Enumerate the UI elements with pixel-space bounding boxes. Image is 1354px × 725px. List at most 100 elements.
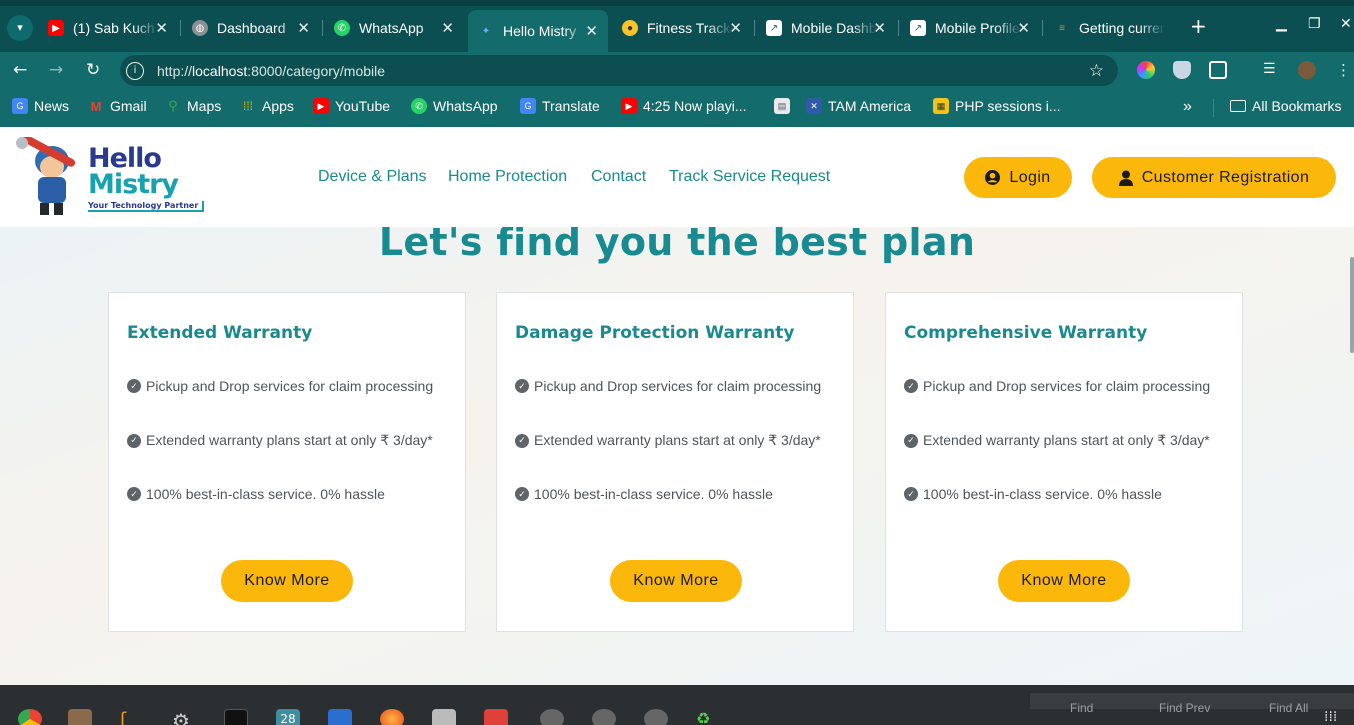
bookmarks-bar: G News M Gmail ⚲ Maps ⁞⁞⁞ Apps ▶ YouTube ✆ Wha… bbox=[0, 89, 1354, 127]
youtube-icon: ▶ bbox=[48, 20, 64, 36]
tab-search-icon[interactable]: ▾ bbox=[7, 15, 33, 41]
back-icon[interactable]: ← bbox=[13, 60, 27, 80]
forward-icon[interactable]: → bbox=[49, 60, 63, 80]
hello-mistry-icon: ✦ bbox=[481, 25, 491, 37]
writer-icon[interactable] bbox=[328, 709, 352, 725]
archive-icon[interactable] bbox=[432, 709, 456, 725]
page-scrollbar[interactable] bbox=[1350, 257, 1354, 353]
chart-icon: ↗ bbox=[910, 20, 926, 36]
apps-grid-icon: ⁞⁞⁞ bbox=[242, 99, 253, 113]
anydesk-icon[interactable] bbox=[484, 709, 508, 725]
bookmark-star-icon[interactable]: ☆ bbox=[1089, 61, 1104, 81]
translate-icon: G bbox=[520, 98, 536, 114]
site-info-icon[interactable]: i bbox=[126, 61, 144, 80]
close-icon[interactable]: ✕ bbox=[1017, 19, 1030, 37]
check-circle-icon: ✓ bbox=[904, 379, 918, 393]
close-window-icon[interactable]: ✕ bbox=[1340, 16, 1352, 32]
page-viewport: Let's find you the best plan Hello Mistr… bbox=[0, 127, 1354, 685]
more-bookmarks-icon[interactable]: » bbox=[1183, 98, 1192, 116]
bookmark-maps[interactable]: ⚲ Maps bbox=[165, 98, 221, 114]
login-button[interactable]: Login bbox=[964, 157, 1072, 198]
plan-feature: ✓ Pickup and Drop services for claim proc… bbox=[515, 378, 821, 394]
reload-icon[interactable]: ↻ bbox=[86, 60, 100, 80]
close-icon[interactable]: ✕ bbox=[873, 19, 886, 37]
bookmark-gmail[interactable]: M Gmail bbox=[88, 98, 147, 114]
plan-title: Comprehensive Warranty bbox=[904, 323, 1148, 343]
tab-mobile-dashboard[interactable]: ↗ Mobile Dashboard ✕ bbox=[756, 12, 896, 44]
plan-feature: ✓ Pickup and Drop services for claim proc… bbox=[127, 378, 433, 394]
hello-mistry-logo[interactable]: Hello Mistry Your Technology Partner bbox=[14, 135, 208, 219]
disc-icon[interactable] bbox=[592, 709, 616, 725]
maximize-icon[interactable]: ❐ bbox=[1308, 16, 1321, 32]
show-apps-icon[interactable]: ⁞⁞⁞ bbox=[1324, 709, 1348, 725]
new-tab-icon[interactable]: + bbox=[1190, 14, 1207, 38]
plan-feature: ✓ Extended warranty plans start at only ₹… bbox=[127, 432, 433, 449]
find-prev-button[interactable]: Find Prev bbox=[1159, 701, 1210, 715]
tab-getting-current[interactable]: ≡ Getting current bbox=[1044, 12, 1184, 44]
close-icon[interactable]: ✕ bbox=[155, 19, 168, 37]
close-icon[interactable]: ✕ bbox=[297, 19, 310, 37]
google-news-icon: G bbox=[12, 98, 28, 114]
nav-home-protection[interactable]: Home Protection bbox=[448, 168, 567, 186]
bookmark-now-playing[interactable]: ▶ 4:25 Now playi... bbox=[621, 98, 747, 114]
nav-contact[interactable]: Contact bbox=[591, 168, 646, 186]
reading-list-icon[interactable]: ☰ bbox=[1263, 61, 1281, 79]
tam-icon: ✕ bbox=[806, 98, 822, 114]
tab-whatsapp[interactable]: ✆ WhatsApp ✕ bbox=[324, 12, 464, 44]
nav-track-service-request[interactable]: Track Service Request bbox=[669, 168, 830, 186]
close-icon[interactable]: ✕ bbox=[585, 22, 598, 40]
terminal-icon[interactable] bbox=[224, 709, 248, 725]
bookmark-translate[interactable]: G Translate bbox=[520, 98, 600, 114]
close-icon[interactable]: ✕ bbox=[441, 19, 454, 37]
menu-kebab-icon[interactable]: ⋮ bbox=[1336, 61, 1354, 79]
calendar-icon[interactable]: 28 bbox=[276, 709, 300, 725]
maps-icon: ⚲ bbox=[168, 98, 178, 113]
disc-icon[interactable] bbox=[644, 709, 668, 725]
tab-dashboard[interactable]: ◍ Dashboard ✕ bbox=[182, 12, 320, 44]
tab-mobile-profile[interactable]: ↗ Mobile Profile ✕ bbox=[900, 12, 1040, 44]
plan-card-extended-warranty: Extended Warranty ✓ Pickup and Drop servi… bbox=[108, 292, 466, 632]
minimize-icon[interactable]: ▁ bbox=[1276, 16, 1287, 32]
customer-registration-button[interactable]: Customer Registration bbox=[1092, 157, 1336, 198]
disc-icon[interactable] bbox=[540, 709, 564, 725]
tab-separator bbox=[898, 20, 899, 36]
shield-extension-icon[interactable] bbox=[1173, 61, 1191, 79]
url-text[interactable]: http://localhost:8000/category/mobile bbox=[157, 63, 385, 79]
profile-avatar[interactable] bbox=[1298, 61, 1316, 79]
tab-separator bbox=[322, 20, 323, 36]
tab-fitness[interactable]: ● Fitness Tracker ✕ bbox=[612, 12, 752, 44]
bookmark-whatsapp[interactable]: ✆ WhatsApp bbox=[411, 98, 498, 114]
bookmark-php-sessions[interactable]: ▦ PHP sessions i... bbox=[933, 98, 1061, 114]
bookmark-apps[interactable]: ⁞⁞⁞ Apps bbox=[240, 98, 294, 114]
know-more-button[interactable]: Know More bbox=[221, 560, 353, 602]
bookmark-tam-america[interactable]: ✕ TAM America bbox=[806, 98, 911, 114]
bookmark-news[interactable]: G News bbox=[12, 98, 69, 114]
tab-strip-top bbox=[0, 0, 1354, 6]
check-circle-icon: ✓ bbox=[904, 487, 918, 501]
plan-title: Damage Protection Warranty bbox=[515, 323, 795, 343]
tab-strip: ▾ ▶ (1) Sab Kuch ✕ ◍ Dashboard ✕ ✆ Whats… bbox=[0, 0, 1354, 52]
find-all-button[interactable]: Find All bbox=[1269, 701, 1308, 715]
find-button[interactable]: Find bbox=[1070, 701, 1093, 715]
bookmark-youtube[interactable]: ▶ YouTube bbox=[313, 98, 390, 114]
color-extension-icon[interactable] bbox=[1137, 61, 1155, 79]
plan-feature: ✓ 100% best-in-class service. 0% hassle bbox=[127, 486, 385, 502]
trash-icon[interactable]: ♻ bbox=[696, 709, 720, 725]
tab-hello-mistry[interactable]: ✦ Hello Mistry ✕ bbox=[468, 10, 608, 52]
extensions-puzzle-icon[interactable] bbox=[1209, 61, 1227, 79]
bookmark-document[interactable]: ▤ bbox=[774, 98, 796, 114]
address-bar[interactable]: i http://localhost:8000/category/mobile … bbox=[120, 55, 1118, 86]
sublime-icon[interactable]: ʃ bbox=[120, 709, 144, 725]
firefox-icon[interactable] bbox=[380, 709, 404, 725]
browser-toolbar: ← → ↻ i http://localhost:8000/category/m… bbox=[0, 52, 1354, 89]
close-icon[interactable]: ✕ bbox=[729, 19, 742, 37]
all-bookmarks-folder[interactable]: All Bookmarks bbox=[1230, 98, 1341, 114]
files-icon[interactable] bbox=[68, 709, 92, 725]
know-more-button[interactable]: Know More bbox=[998, 560, 1130, 602]
check-circle-icon: ✓ bbox=[515, 379, 529, 393]
chrome-icon[interactable] bbox=[18, 709, 42, 725]
settings-gear-icon[interactable]: ⚙ bbox=[172, 709, 196, 725]
tab-sab-kuch[interactable]: ▶ (1) Sab Kuch ✕ bbox=[38, 12, 178, 44]
know-more-button[interactable]: Know More bbox=[610, 560, 742, 602]
nav-device-plans[interactable]: Device & Plans bbox=[318, 168, 427, 186]
